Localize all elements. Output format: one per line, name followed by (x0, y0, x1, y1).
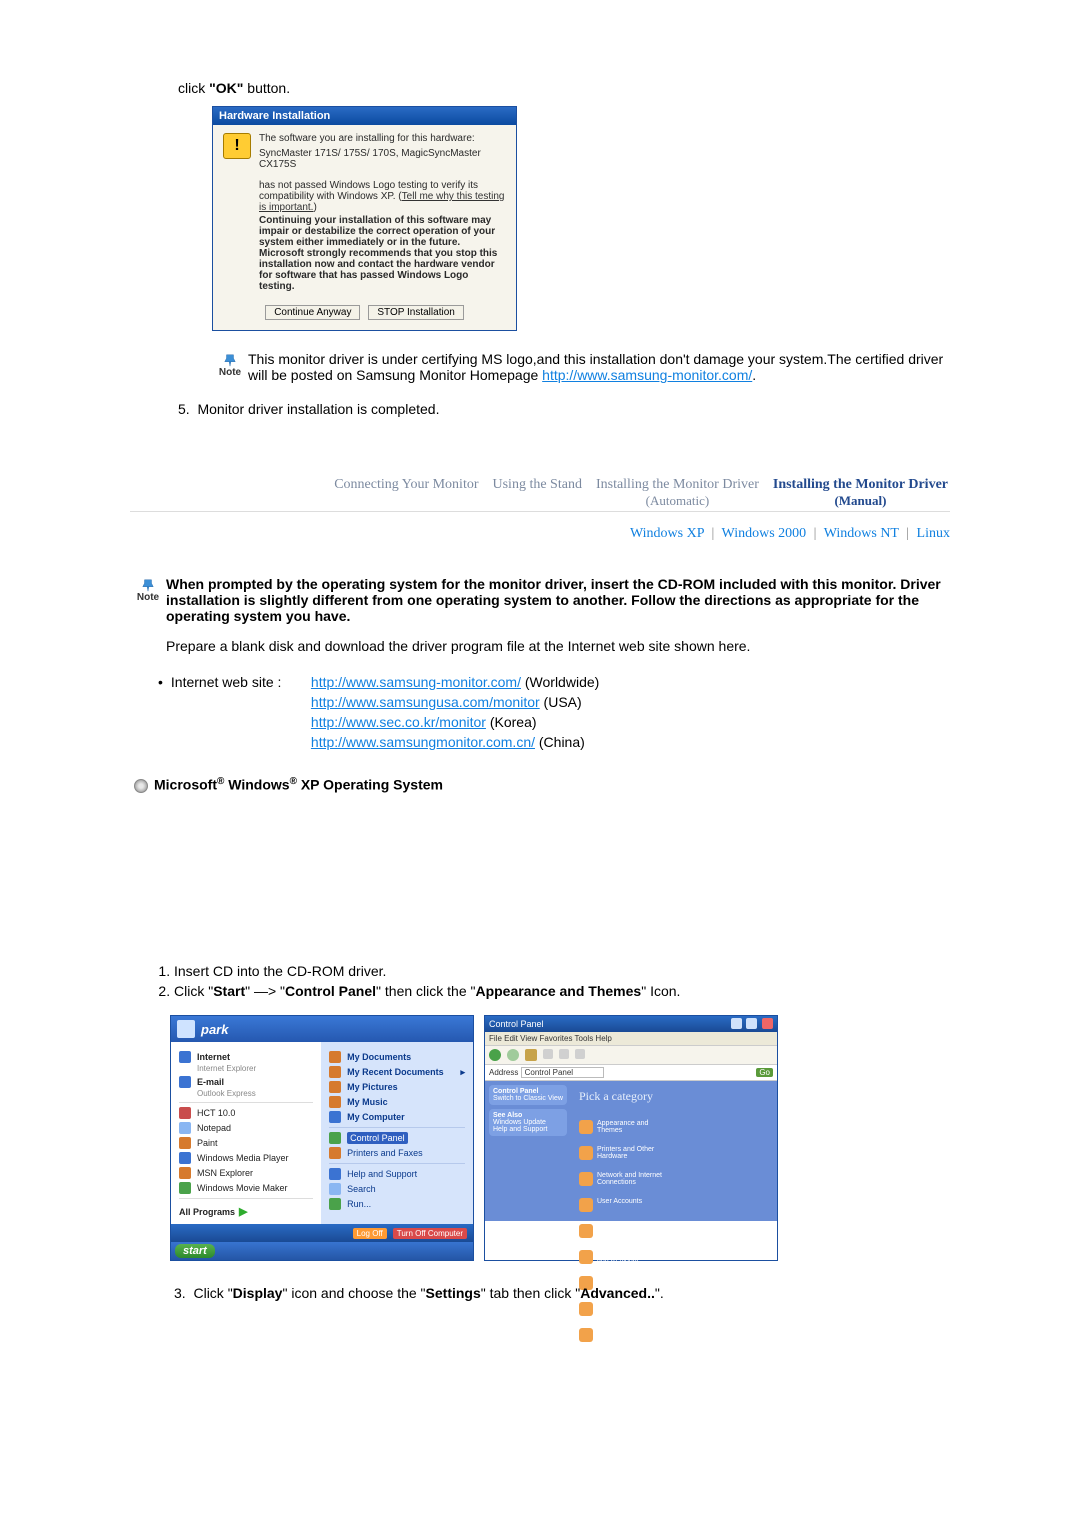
section-header-windows-xp: Microsoft® Windows® XP Operating System (134, 776, 950, 793)
email-icon (179, 1076, 191, 1088)
folder-icon (329, 1051, 341, 1063)
sidepanel-see-also: See Also Windows Update Help and Support (489, 1109, 567, 1136)
category-icon (579, 1328, 593, 1342)
tab-install-driver-manual[interactable]: Installing the Monitor Driver(Manual) (771, 477, 950, 509)
note-text: This monitor driver is under certifying … (248, 351, 950, 383)
tab-install-driver-auto[interactable]: Installing the Monitor Driver(Automatic) (594, 477, 761, 509)
cat-date-time[interactable]: Date, Time, Language, and Regional... (597, 1250, 670, 1264)
instructions-list: Insert CD into the CD-ROM driver. Click … (174, 963, 950, 999)
cat-performance[interactable]: Performance and Maintenance (597, 1328, 670, 1342)
stop-installation-button[interactable]: STOP Installation (368, 305, 463, 320)
toolbar (485, 1046, 777, 1065)
tab-connecting-monitor[interactable]: Connecting Your Monitor (332, 477, 480, 509)
url-worldwide[interactable]: http://www.samsung-monitor.com/ (311, 674, 521, 690)
search-button-icon[interactable] (543, 1049, 553, 1059)
category-icon (579, 1146, 593, 1160)
folders-button-icon[interactable] (559, 1049, 569, 1059)
note-manual-install: When prompted by the operating system fo… (166, 576, 950, 654)
cat-appearance[interactable]: Appearance and Themes (597, 1120, 670, 1134)
printers-icon (329, 1147, 341, 1159)
note-icon: Note (212, 351, 248, 383)
msn-icon (179, 1167, 191, 1179)
ie-icon (179, 1051, 191, 1063)
help-icon (329, 1168, 341, 1180)
views-icon[interactable] (575, 1049, 585, 1059)
address-bar[interactable]: Address Control Panel Go (485, 1065, 777, 1081)
link-windows-2000[interactable]: Windows 2000 (722, 526, 807, 541)
link-windows-nt[interactable]: Windows NT (824, 526, 899, 541)
window-title: Control Panel (489, 1019, 544, 1029)
dialog-title: Hardware Installation (213, 107, 516, 125)
paint-icon (179, 1137, 191, 1149)
control-panel-icon (329, 1132, 341, 1144)
category-icon (579, 1172, 593, 1186)
folder-icon (329, 1066, 341, 1078)
hardware-installation-dialog: Hardware Installation ! The software you… (212, 106, 517, 331)
link-linux[interactable]: Linux (917, 526, 950, 541)
instruction-3: 3. Click "Display" icon and choose the "… (174, 1285, 950, 1301)
folder-icon (329, 1081, 341, 1093)
category-icon (579, 1302, 593, 1316)
logoff-button[interactable]: Log Off (353, 1228, 387, 1239)
internet-web-sites: • Internet web site : http://www.samsung… (158, 674, 950, 754)
minimize-icon[interactable] (731, 1018, 742, 1029)
cat-printers[interactable]: Printers and Other Hardware (597, 1146, 670, 1160)
search-icon (329, 1183, 341, 1195)
step-text: click "OK" button. (178, 80, 950, 96)
cd-icon (134, 779, 148, 793)
forward-icon[interactable] (507, 1049, 519, 1061)
category-icon (579, 1198, 593, 1212)
samsung-monitor-link[interactable]: http://www.samsung-monitor.com/ (542, 367, 752, 383)
warning-icon: ! (223, 133, 251, 159)
cat-users[interactable]: User Accounts (597, 1198, 642, 1205)
instruction-1: Insert CD into the CD-ROM driver. (174, 963, 950, 979)
start-menu-screenshot: park Internet Internet Explorer E-mail O… (170, 1015, 474, 1261)
close-icon[interactable] (762, 1018, 773, 1029)
run-icon (329, 1198, 341, 1210)
arrow-icon: ▶ (239, 1205, 247, 1218)
url-china[interactable]: http://www.samsungmonitor.com.cn/ (311, 734, 535, 750)
cat-add-remove[interactable]: Add or Remove Programs (597, 1224, 670, 1238)
tab-using-stand[interactable]: Using the Stand (491, 477, 584, 509)
category-icon (579, 1120, 593, 1134)
folder-icon (329, 1096, 341, 1108)
category-icon (579, 1224, 593, 1238)
note-icon: Note (130, 576, 166, 654)
pick-category-heading: Pick a category (579, 1089, 773, 1104)
menu-bar[interactable]: File Edit View Favorites Tools Help (485, 1032, 777, 1046)
link-windows-xp[interactable]: Windows XP (630, 526, 704, 541)
category-icon (579, 1250, 593, 1264)
instruction-2: Click "Start" —> "Control Panel" then cl… (174, 983, 950, 999)
user-avatar-icon (177, 1020, 195, 1038)
app-icon (179, 1107, 191, 1119)
step-5: 5. Monitor driver installation is comple… (178, 401, 950, 417)
wmm-icon (179, 1182, 191, 1194)
back-icon[interactable] (489, 1049, 501, 1061)
section-tabs: Connecting Your Monitor Using the Stand … (130, 477, 950, 512)
start-button[interactable]: start (175, 1244, 215, 1258)
turnoff-button[interactable]: Turn Off Computer (393, 1228, 467, 1239)
start-menu-user: park (201, 1022, 228, 1037)
url-usa[interactable]: http://www.samsungusa.com/monitor (311, 694, 540, 710)
sidepanel-control-panel: Control Panel Switch to Classic View (489, 1085, 567, 1105)
cat-network[interactable]: Network and Internet Connections (597, 1172, 670, 1186)
maximize-icon[interactable] (746, 1018, 757, 1029)
go-button[interactable]: Go (756, 1068, 773, 1077)
continue-anyway-button[interactable]: Continue Anyway (265, 305, 360, 320)
os-links: Windows XP | Windows 2000 | Windows NT |… (130, 526, 950, 542)
dialog-body-text: The software you are installing for this… (259, 133, 506, 302)
computer-icon (329, 1111, 341, 1123)
notepad-icon (179, 1122, 191, 1134)
cat-accessibility[interactable]: Accessibility Options (597, 1302, 661, 1309)
url-korea[interactable]: http://www.sec.co.kr/monitor (311, 714, 486, 730)
wmp-icon (179, 1152, 191, 1164)
control-panel-screenshot: Control Panel File Edit View Favorites T… (484, 1015, 778, 1261)
up-icon[interactable] (525, 1049, 537, 1061)
